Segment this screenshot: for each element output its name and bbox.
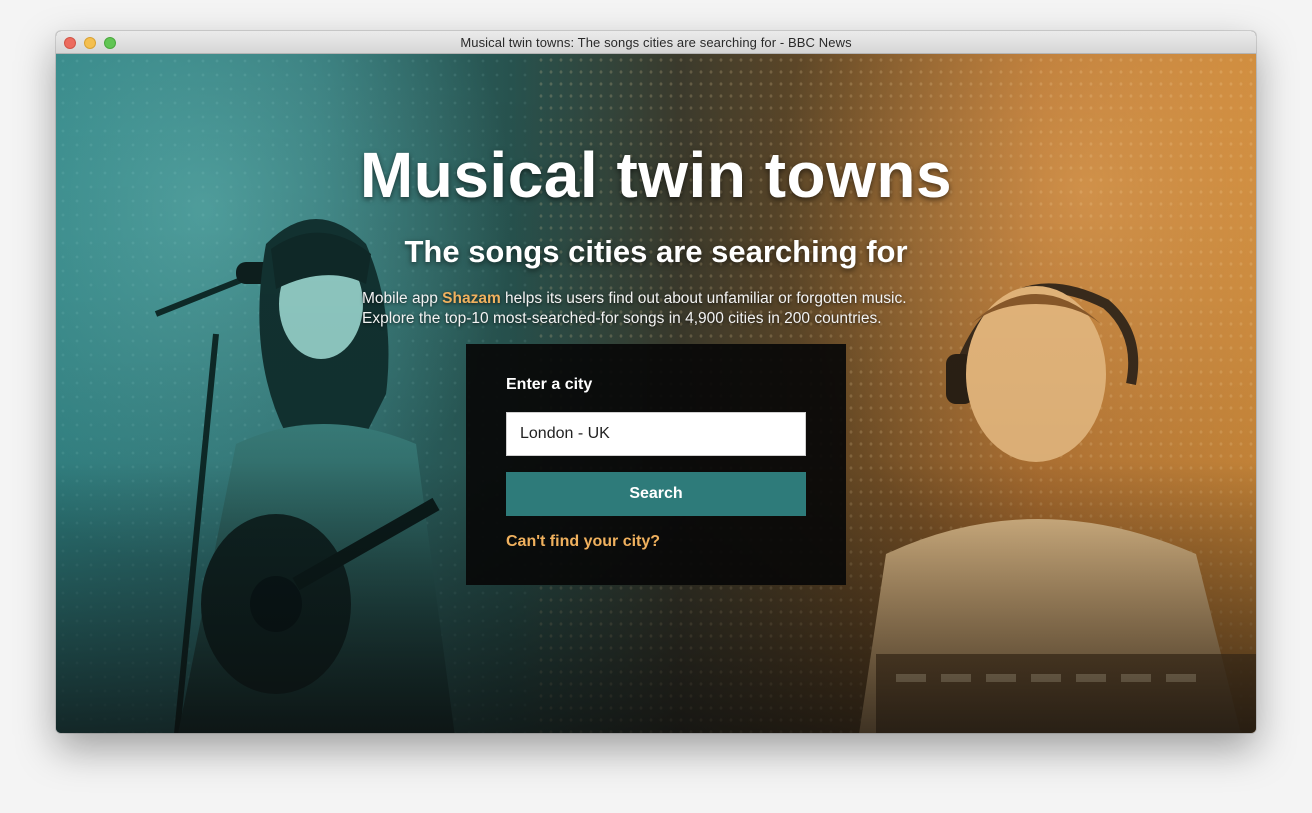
intro-text: Mobile app Shazam helps its users find o… <box>362 289 962 329</box>
city-input-label: Enter a city <box>506 376 593 393</box>
search-button[interactable]: Search <box>506 472 806 516</box>
intro-text-line2: Explore the top-10 most-searched-for son… <box>362 310 882 327</box>
window-controls <box>64 37 116 49</box>
hero-background: Musical twin towns The songs cities are … <box>56 54 1256 733</box>
maximize-window-button[interactable] <box>104 37 116 49</box>
browser-window: Musical twin towns: The songs cities are… <box>56 31 1256 733</box>
window-title: Musical twin towns: The songs cities are… <box>460 34 852 50</box>
city-input[interactable] <box>506 412 806 456</box>
close-window-button[interactable] <box>64 37 76 49</box>
shazam-link[interactable]: Shazam <box>442 290 501 307</box>
title-bar: Musical twin towns: The songs cities are… <box>56 31 1256 54</box>
intro-text-end: helps its users find out about unfamilia… <box>500 290 907 307</box>
page-title: Musical twin towns <box>359 139 953 211</box>
cant-find-city-link[interactable]: Can't find your city? <box>506 533 660 551</box>
page-subtitle: The songs cities are searching for <box>404 234 908 269</box>
city-search-panel: Enter a city Search Can't find your city… <box>466 344 846 585</box>
hero-content: Musical twin towns The songs cities are … <box>56 54 1256 733</box>
intro-text-start: Mobile app <box>362 290 443 307</box>
minimize-window-button[interactable] <box>84 37 96 49</box>
